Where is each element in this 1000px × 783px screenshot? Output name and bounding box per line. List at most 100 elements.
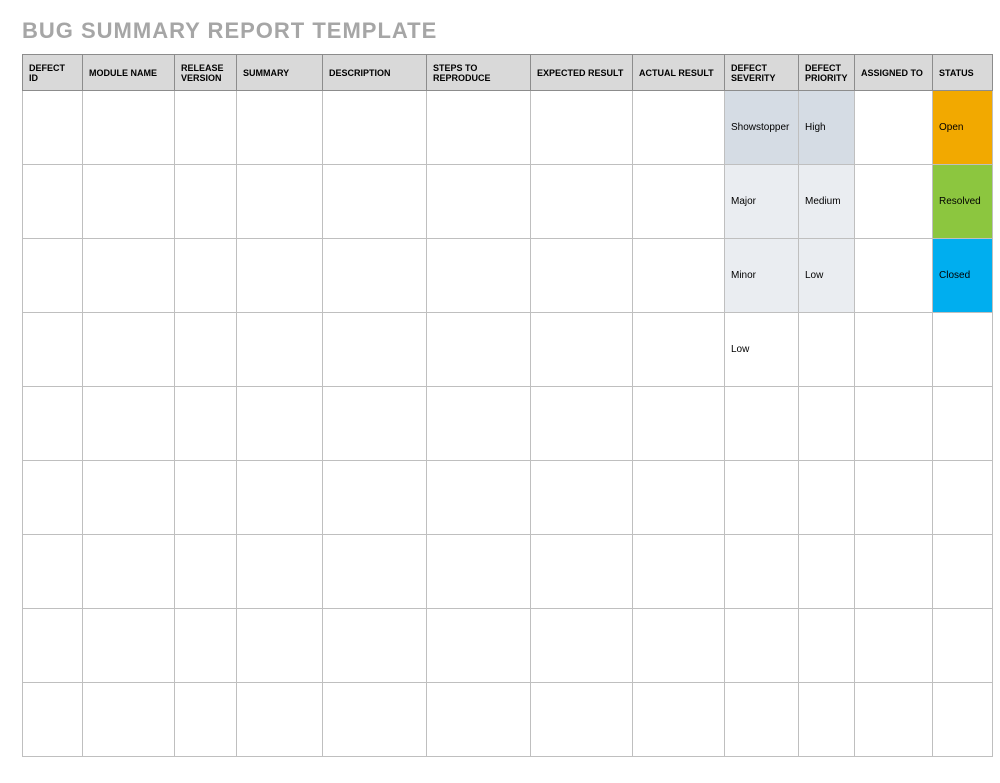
cell-actual-result[interactable] (633, 683, 725, 757)
cell-expected-result[interactable] (531, 387, 633, 461)
cell-description[interactable] (323, 165, 427, 239)
cell-defect-priority[interactable] (799, 313, 855, 387)
cell-status[interactable] (933, 461, 993, 535)
cell-status[interactable] (933, 683, 993, 757)
cell-actual-result[interactable] (633, 91, 725, 165)
cell-status[interactable]: Open (933, 91, 993, 165)
cell-defect-priority[interactable] (799, 387, 855, 461)
cell-expected-result[interactable] (531, 165, 633, 239)
cell-defect-id[interactable] (23, 91, 83, 165)
cell-expected-result[interactable] (531, 683, 633, 757)
cell-module-name[interactable] (83, 313, 175, 387)
cell-summary[interactable] (237, 461, 323, 535)
cell-steps-to-reproduce[interactable] (427, 683, 531, 757)
cell-defect-id[interactable] (23, 609, 83, 683)
cell-defect-severity[interactable]: Major (725, 165, 799, 239)
cell-expected-result[interactable] (531, 239, 633, 313)
cell-summary[interactable] (237, 535, 323, 609)
cell-actual-result[interactable] (633, 461, 725, 535)
cell-defect-priority[interactable]: High (799, 91, 855, 165)
cell-release-version[interactable] (175, 683, 237, 757)
cell-description[interactable] (323, 239, 427, 313)
cell-defect-severity[interactable] (725, 535, 799, 609)
cell-summary[interactable] (237, 609, 323, 683)
cell-assigned-to[interactable] (855, 387, 933, 461)
cell-release-version[interactable] (175, 387, 237, 461)
cell-defect-id[interactable] (23, 683, 83, 757)
cell-defect-severity[interactable] (725, 387, 799, 461)
cell-expected-result[interactable] (531, 91, 633, 165)
cell-description[interactable] (323, 387, 427, 461)
cell-defect-id[interactable] (23, 165, 83, 239)
cell-defect-severity[interactable] (725, 683, 799, 757)
cell-status[interactable] (933, 609, 993, 683)
cell-defect-priority[interactable]: Medium (799, 165, 855, 239)
cell-defect-priority[interactable] (799, 535, 855, 609)
cell-release-version[interactable] (175, 239, 237, 313)
cell-steps-to-reproduce[interactable] (427, 165, 531, 239)
cell-release-version[interactable] (175, 535, 237, 609)
cell-status[interactable] (933, 387, 993, 461)
cell-description[interactable] (323, 313, 427, 387)
cell-assigned-to[interactable] (855, 165, 933, 239)
cell-description[interactable] (323, 91, 427, 165)
cell-expected-result[interactable] (531, 313, 633, 387)
cell-expected-result[interactable] (531, 609, 633, 683)
cell-expected-result[interactable] (531, 461, 633, 535)
cell-actual-result[interactable] (633, 609, 725, 683)
cell-defect-severity[interactable] (725, 609, 799, 683)
cell-defect-id[interactable] (23, 535, 83, 609)
cell-summary[interactable] (237, 683, 323, 757)
cell-steps-to-reproduce[interactable] (427, 535, 531, 609)
cell-defect-priority[interactable] (799, 683, 855, 757)
cell-module-name[interactable] (83, 609, 175, 683)
cell-description[interactable] (323, 461, 427, 535)
cell-module-name[interactable] (83, 91, 175, 165)
cell-defect-id[interactable] (23, 461, 83, 535)
cell-actual-result[interactable] (633, 239, 725, 313)
cell-assigned-to[interactable] (855, 239, 933, 313)
cell-summary[interactable] (237, 91, 323, 165)
cell-assigned-to[interactable] (855, 91, 933, 165)
cell-module-name[interactable] (83, 683, 175, 757)
cell-defect-id[interactable] (23, 387, 83, 461)
cell-assigned-to[interactable] (855, 535, 933, 609)
cell-release-version[interactable] (175, 165, 237, 239)
cell-defect-priority[interactable] (799, 609, 855, 683)
cell-defect-severity[interactable]: Minor (725, 239, 799, 313)
cell-steps-to-reproduce[interactable] (427, 313, 531, 387)
cell-release-version[interactable] (175, 91, 237, 165)
cell-release-version[interactable] (175, 313, 237, 387)
cell-expected-result[interactable] (531, 535, 633, 609)
cell-module-name[interactable] (83, 239, 175, 313)
cell-defect-id[interactable] (23, 239, 83, 313)
cell-module-name[interactable] (83, 165, 175, 239)
cell-assigned-to[interactable] (855, 313, 933, 387)
cell-status[interactable] (933, 535, 993, 609)
cell-defect-priority[interactable] (799, 461, 855, 535)
cell-description[interactable] (323, 535, 427, 609)
cell-steps-to-reproduce[interactable] (427, 609, 531, 683)
cell-actual-result[interactable] (633, 387, 725, 461)
cell-release-version[interactable] (175, 609, 237, 683)
cell-steps-to-reproduce[interactable] (427, 387, 531, 461)
cell-defect-severity[interactable] (725, 461, 799, 535)
cell-assigned-to[interactable] (855, 461, 933, 535)
cell-module-name[interactable] (83, 387, 175, 461)
cell-summary[interactable] (237, 239, 323, 313)
cell-defect-id[interactable] (23, 313, 83, 387)
cell-summary[interactable] (237, 387, 323, 461)
cell-steps-to-reproduce[interactable] (427, 91, 531, 165)
cell-actual-result[interactable] (633, 165, 725, 239)
cell-defect-severity[interactable]: Low (725, 313, 799, 387)
cell-status[interactable]: Closed (933, 239, 993, 313)
cell-description[interactable] (323, 609, 427, 683)
cell-module-name[interactable] (83, 535, 175, 609)
cell-description[interactable] (323, 683, 427, 757)
cell-actual-result[interactable] (633, 535, 725, 609)
cell-status[interactable] (933, 313, 993, 387)
cell-status[interactable]: Resolved (933, 165, 993, 239)
cell-defect-priority[interactable]: Low (799, 239, 855, 313)
cell-steps-to-reproduce[interactable] (427, 461, 531, 535)
cell-defect-severity[interactable]: Showstopper (725, 91, 799, 165)
